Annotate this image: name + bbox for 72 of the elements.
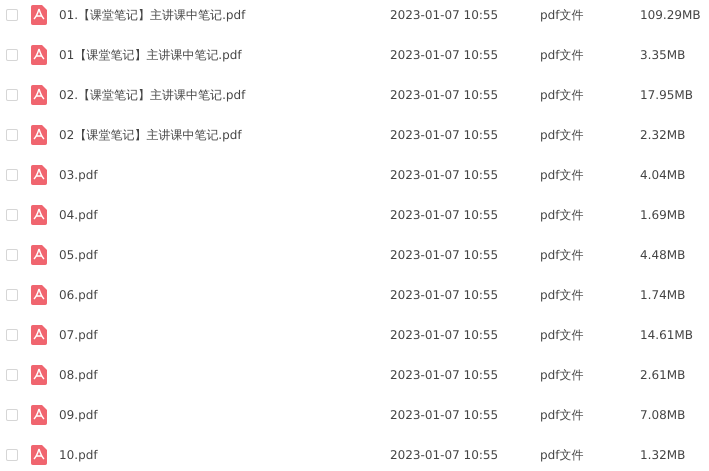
file-name[interactable]: 03.pdf [59, 168, 390, 182]
file-type: pdf文件 [540, 206, 584, 224]
file-type: pdf文件 [540, 6, 584, 24]
file-size: 109.29MB [640, 8, 701, 22]
checkbox[interactable] [6, 449, 18, 461]
file-type: pdf文件 [540, 366, 584, 384]
pdf-file-icon [31, 285, 47, 305]
pdf-file-icon [31, 405, 47, 425]
pdf-file-icon [31, 245, 47, 265]
pdf-file-icon [31, 325, 47, 345]
file-size: 14.61MB [640, 328, 693, 342]
checkbox[interactable] [6, 329, 18, 341]
file-type: pdf文件 [540, 126, 584, 144]
checkbox[interactable] [6, 209, 18, 221]
file-name[interactable]: 07.pdf [59, 328, 390, 342]
file-size: 2.32MB [640, 128, 686, 142]
pdf-file-icon [31, 85, 47, 105]
file-type: pdf文件 [540, 286, 584, 304]
modified-date: 2023-01-07 10:55 [390, 168, 500, 182]
file-name[interactable]: 05.pdf [59, 248, 390, 262]
pdf-file-icon [31, 5, 47, 25]
file-name[interactable]: 06.pdf [59, 288, 390, 302]
modified-date: 2023-01-07 10:55 [390, 288, 500, 302]
file-name[interactable]: 01【课堂笔记】主讲课中笔记.pdf [59, 46, 390, 64]
file-size: 1.32MB [640, 448, 686, 462]
checkbox[interactable] [6, 169, 18, 181]
modified-date: 2023-01-07 10:55 [390, 88, 500, 102]
file-size: 2.61MB [640, 368, 686, 382]
modified-date: 2023-01-07 10:55 [390, 408, 500, 422]
file-name[interactable]: 08.pdf [59, 368, 390, 382]
pdf-file-icon [31, 445, 47, 465]
modified-date: 2023-01-07 10:55 [390, 208, 500, 222]
pdf-file-icon [31, 45, 47, 65]
checkbox[interactable] [6, 9, 18, 21]
modified-date: 2023-01-07 10:55 [390, 448, 500, 462]
modified-date: 2023-01-07 10:55 [390, 48, 500, 62]
file-type: pdf文件 [540, 46, 584, 64]
file-size: 3.35MB [640, 48, 686, 62]
file-type: pdf文件 [540, 86, 584, 104]
checkbox[interactable] [6, 129, 18, 141]
modified-date: 2023-01-07 10:55 [390, 8, 500, 22]
checkbox[interactable] [6, 249, 18, 261]
file-size: 7.08MB [640, 408, 686, 422]
pdf-file-icon [31, 165, 47, 185]
checkbox[interactable] [6, 409, 18, 421]
file-size: 4.48MB [640, 248, 686, 262]
checkbox[interactable] [6, 49, 18, 61]
file-name[interactable]: 01.【课堂笔记】主讲课中笔记.pdf [59, 6, 390, 24]
file-size: 1.74MB [640, 288, 686, 302]
modified-date: 2023-01-07 10:55 [390, 328, 500, 342]
modified-date: 2023-01-07 10:55 [390, 248, 500, 262]
file-type: pdf文件 [540, 166, 584, 184]
file-name[interactable]: 10.pdf [59, 448, 390, 462]
file-type: pdf文件 [540, 246, 584, 264]
file-type: pdf文件 [540, 446, 584, 464]
checkbox[interactable] [6, 89, 18, 101]
checkbox[interactable] [6, 369, 18, 381]
file-size: 17.95MB [640, 88, 693, 102]
file-name[interactable]: 02【课堂笔记】主讲课中笔记.pdf [59, 126, 390, 144]
file-size: 1.69MB [640, 208, 686, 222]
file-name[interactable]: 04.pdf [59, 208, 390, 222]
file-name[interactable]: 09.pdf [59, 408, 390, 422]
modified-date: 2023-01-07 10:55 [390, 368, 500, 382]
file-name[interactable]: 02.【课堂笔记】主讲课中笔记.pdf [59, 86, 390, 104]
file-type: pdf文件 [540, 326, 584, 344]
pdf-file-icon [31, 125, 47, 145]
modified-date: 2023-01-07 10:55 [390, 128, 500, 142]
file-size: 4.04MB [640, 168, 686, 182]
checkbox[interactable] [6, 289, 18, 301]
pdf-file-icon [31, 365, 47, 385]
pdf-file-icon [31, 205, 47, 225]
file-type: pdf文件 [540, 406, 584, 424]
